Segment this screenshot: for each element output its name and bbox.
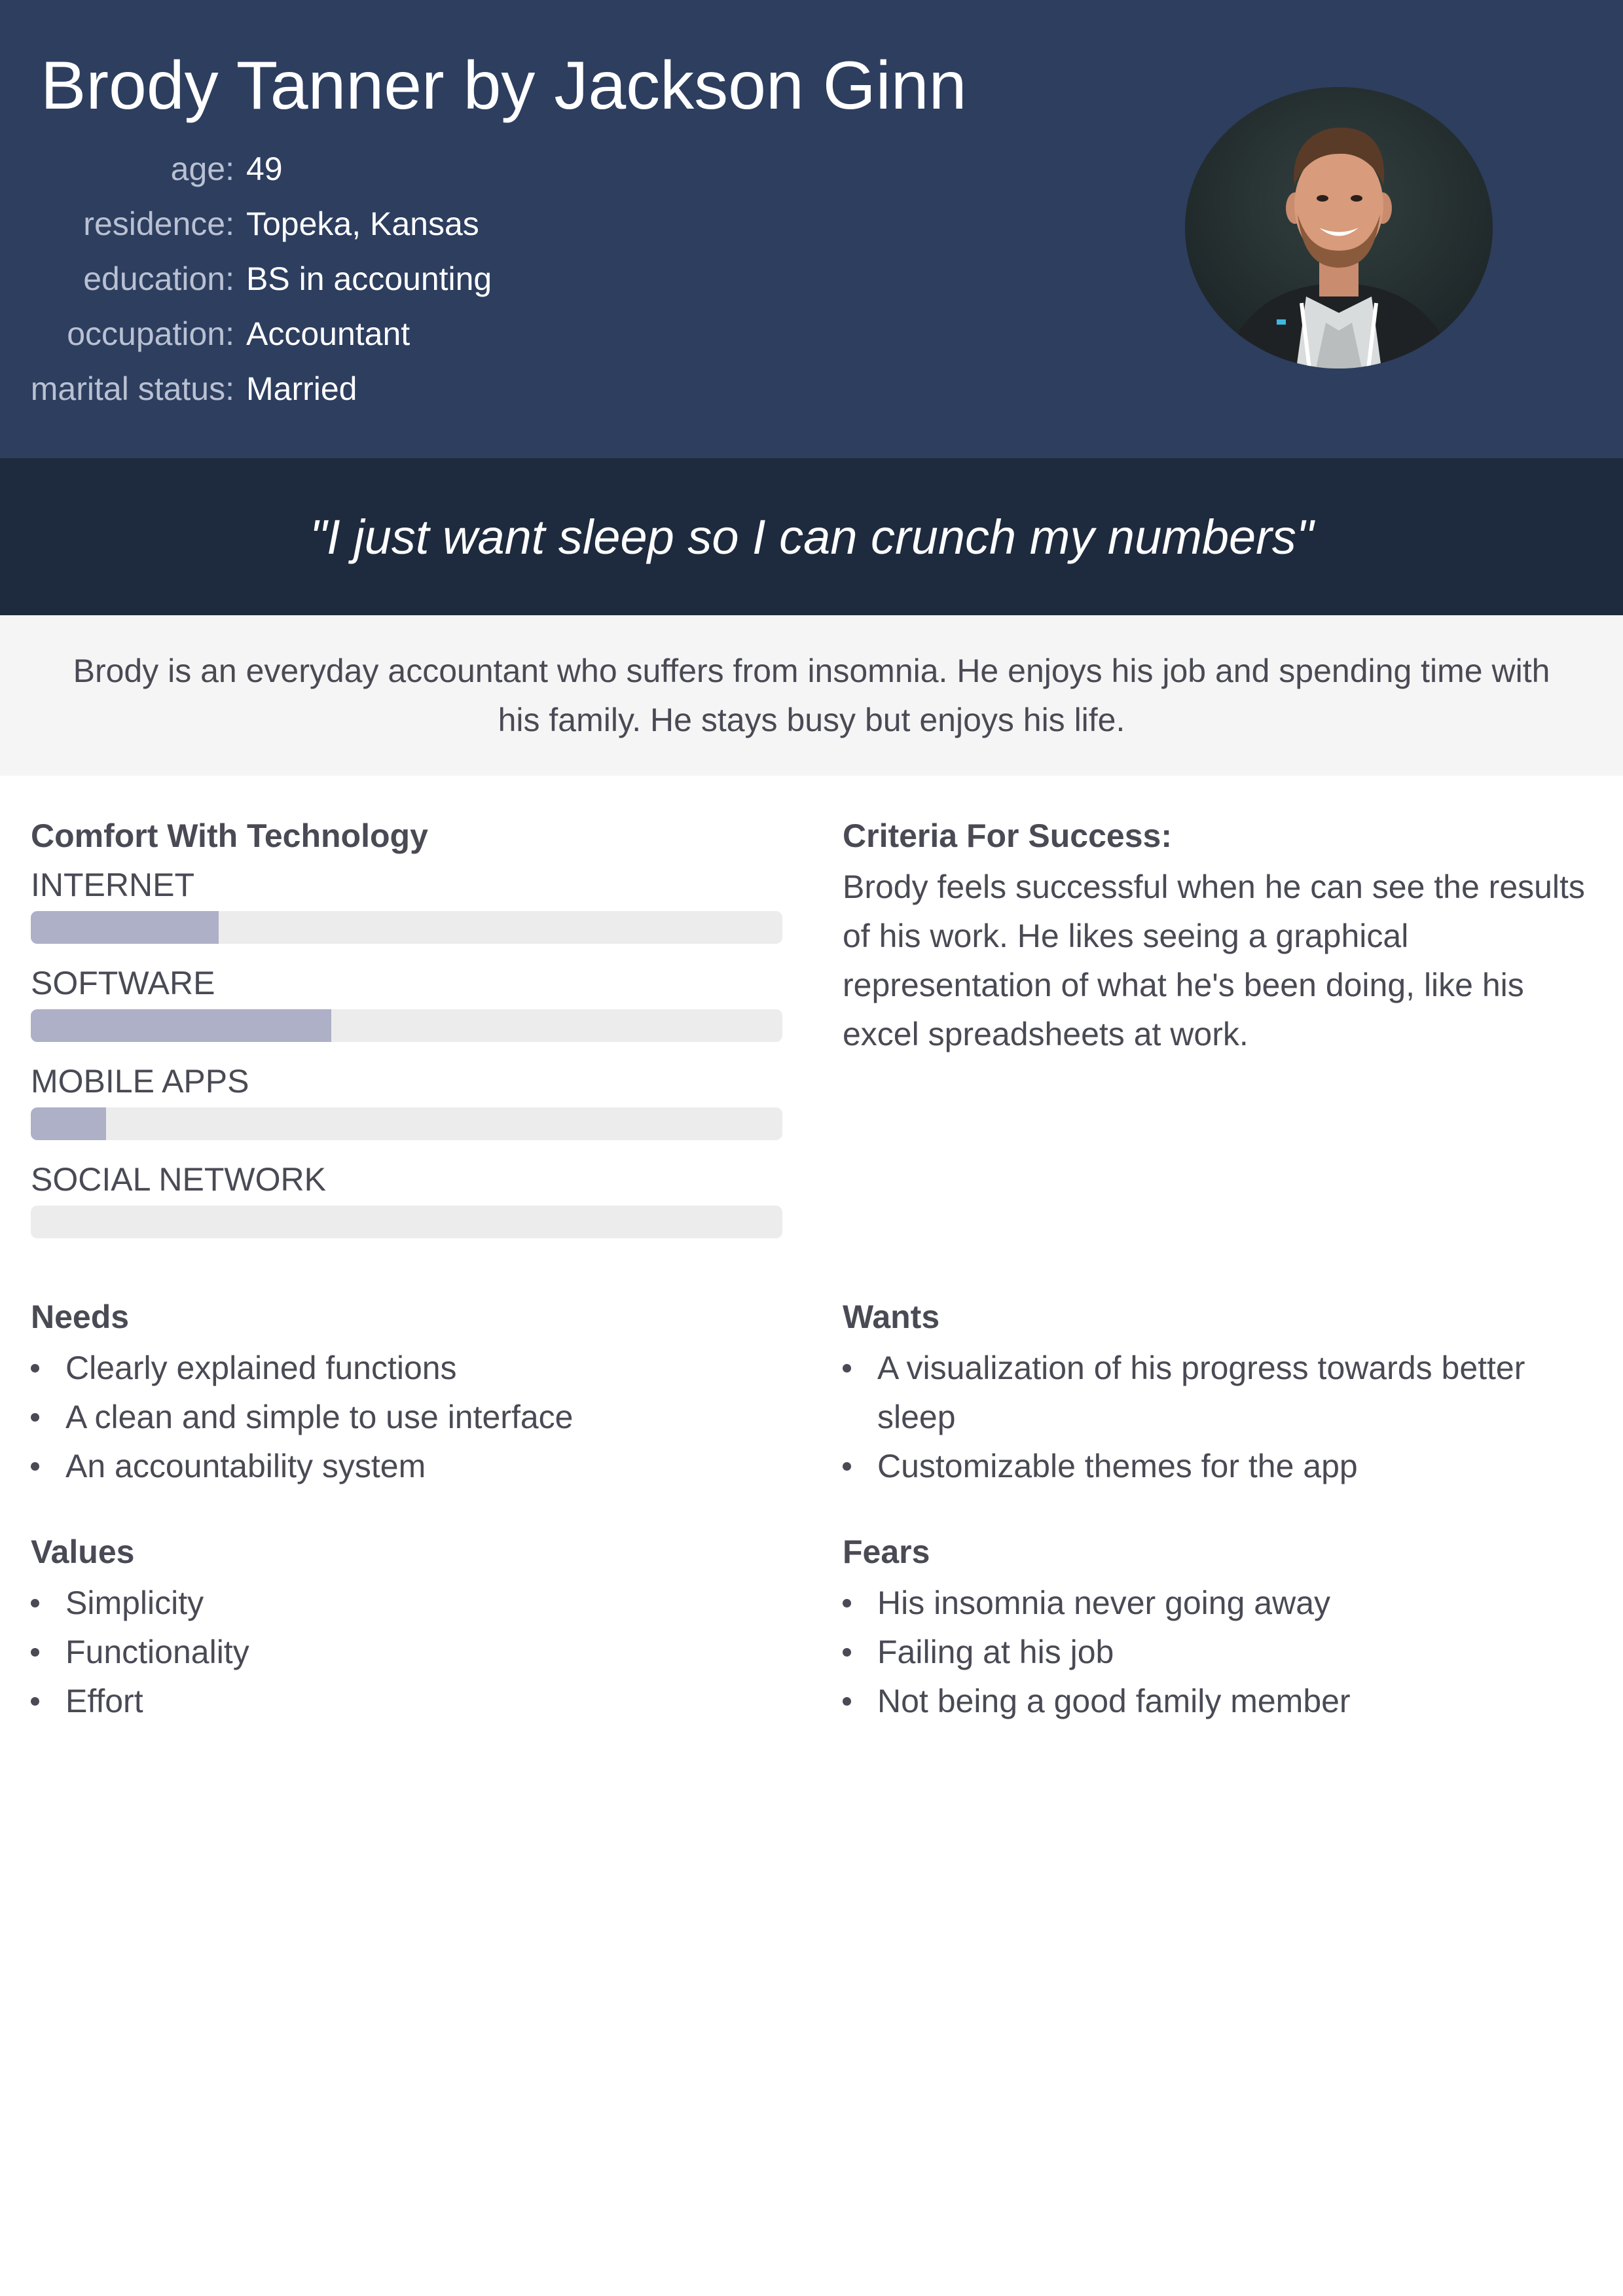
list-item-text: Failing at his job	[877, 1634, 1114, 1670]
needs-title: Needs	[31, 1299, 130, 1335]
attribute-value: BS in accounting	[246, 260, 492, 297]
mobile-apps-bar-fill	[31, 1107, 106, 1140]
bullet-icon	[843, 1599, 851, 1607]
list-item: Simplicity	[31, 1579, 784, 1628]
fears-list: His insomnia never going away Failing at…	[843, 1579, 1596, 1726]
list-item: An accountability system	[31, 1442, 784, 1491]
attribute-row-occupation: occupation: Accountant	[0, 306, 786, 361]
persona-avatar	[1185, 87, 1493, 368]
bullet-icon	[31, 1697, 39, 1706]
attribute-value: Married	[246, 370, 357, 407]
attribute-value: 49	[246, 151, 283, 187]
attribute-row-education: education: BS in accounting	[0, 251, 786, 306]
persona-quote: "I just want sleep so I can crunch my nu…	[309, 509, 1314, 564]
list-item-text: Clearly explained functions	[65, 1350, 457, 1386]
list-item-text: Customizable themes for the app	[877, 1448, 1358, 1484]
list-item-text: Not being a good family member	[877, 1683, 1351, 1719]
list-item: Failing at his job	[843, 1628, 1596, 1677]
bullet-icon	[843, 1648, 851, 1657]
attribute-label: residence:	[83, 206, 234, 242]
list-item-text: Functionality	[65, 1634, 249, 1670]
attribute-label: marital status:	[30, 370, 234, 407]
bullet-icon	[31, 1599, 39, 1607]
bullet-icon	[843, 1364, 851, 1372]
software-bar	[31, 1009, 782, 1042]
values-list: Simplicity Functionality Effort	[31, 1579, 784, 1726]
values-title: Values	[31, 1534, 135, 1570]
persona-header: Brody Tanner by Jackson Ginn age: 49 res…	[0, 0, 1623, 458]
bullet-icon	[31, 1413, 39, 1422]
criteria-text: Brody feels successful when he can see t…	[843, 869, 1585, 1052]
wants-list: A visualization of his progress towards …	[843, 1344, 1537, 1491]
list-item-text: A visualization of his progress towards …	[877, 1350, 1525, 1435]
fears-title: Fears	[843, 1534, 930, 1570]
list-item-text: An accountability system	[65, 1448, 426, 1484]
list-item: Effort	[31, 1677, 784, 1726]
persona-bio: Brody is an everyday accountant who suff…	[73, 652, 1550, 738]
list-item: A clean and simple to use interface	[31, 1393, 784, 1442]
list-item: Customizable themes for the app	[843, 1442, 1537, 1491]
attribute-label: age:	[170, 151, 234, 187]
list-item-text: A clean and simple to use interface	[65, 1399, 574, 1435]
social-network-bar	[31, 1206, 782, 1238]
list-item-text: Effort	[65, 1683, 143, 1719]
bullet-icon	[31, 1364, 39, 1372]
list-item: Not being a good family member	[843, 1677, 1596, 1726]
internet-bar	[31, 911, 782, 944]
person-photo-icon	[1185, 87, 1493, 368]
tech-label-mobile-apps: MOBILE APPS	[31, 1063, 249, 1100]
list-item: Functionality	[31, 1628, 784, 1677]
quote-band: "I just want sleep so I can crunch my nu…	[0, 458, 1623, 615]
bullet-icon	[843, 1697, 851, 1706]
attribute-value: Accountant	[246, 315, 410, 352]
tech-label-social-network: SOCIAL NETWORK	[31, 1161, 326, 1198]
needs-list: Clearly explained functions A clean and …	[31, 1344, 784, 1491]
comfort-title: Comfort With Technology	[31, 817, 428, 854]
list-item: His insomnia never going away	[843, 1579, 1596, 1628]
mobile-apps-bar	[31, 1107, 782, 1140]
attribute-label: occupation:	[67, 315, 234, 352]
bullet-icon	[843, 1462, 851, 1471]
wants-title: Wants	[843, 1299, 940, 1335]
attribute-row-residence: residence: Topeka, Kansas	[0, 196, 786, 251]
list-item-text: His insomnia never going away	[877, 1585, 1331, 1621]
bio-band: Brody is an everyday accountant who suff…	[0, 615, 1623, 776]
software-bar-fill	[31, 1009, 332, 1042]
list-item: Clearly explained functions	[31, 1344, 784, 1393]
persona-title: Brody Tanner by Jackson Ginn	[41, 48, 967, 124]
attribute-value: Topeka, Kansas	[246, 206, 479, 242]
tech-label-internet: INTERNET	[31, 867, 194, 903]
list-item-text: Simplicity	[65, 1585, 204, 1621]
bullet-icon	[31, 1462, 39, 1471]
internet-bar-fill	[31, 911, 219, 944]
list-item: A visualization of his progress towards …	[843, 1344, 1537, 1442]
attribute-row-age: age: 49	[0, 141, 786, 196]
bullet-icon	[31, 1648, 39, 1657]
tech-label-software: SOFTWARE	[31, 965, 215, 1001]
attribute-label: education:	[83, 260, 234, 297]
attribute-row-marital-status: marital status: Married	[0, 361, 786, 416]
criteria-title: Criteria For Success:	[843, 817, 1172, 854]
